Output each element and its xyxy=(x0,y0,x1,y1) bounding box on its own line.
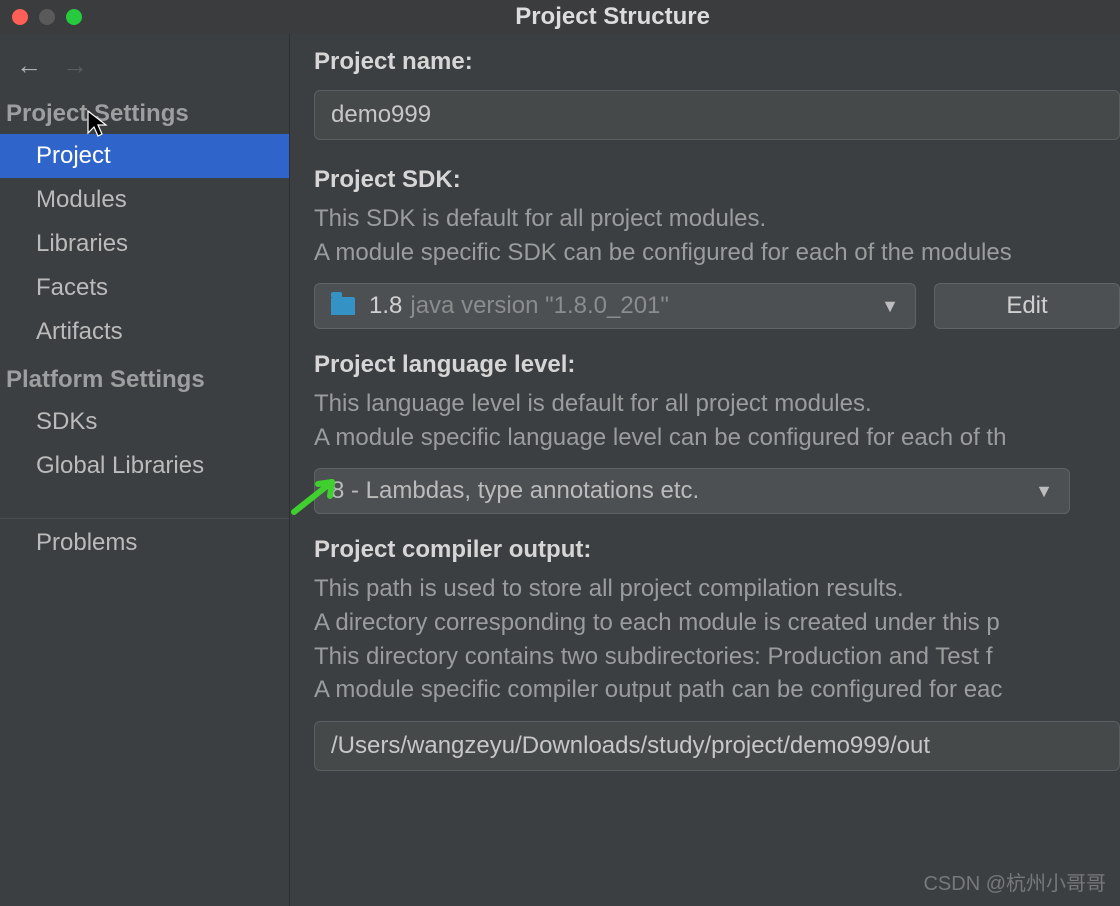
out-desc-4: A module specific compiler output path c… xyxy=(314,673,1120,707)
sidebar-item-sdks[interactable]: SDKs xyxy=(0,400,289,444)
edit-sdk-button[interactable]: Edit xyxy=(934,283,1120,329)
lang-desc-2: A module specific language level can be … xyxy=(314,421,1120,455)
sidebar-item-problems[interactable]: Problems xyxy=(0,518,289,565)
language-level-label: Project language level: xyxy=(314,351,1120,379)
section-platform-settings: Platform Settings xyxy=(0,362,289,400)
sidebar-item-facets[interactable]: Facets xyxy=(0,266,289,310)
out-desc-3: This directory contains two subdirectori… xyxy=(314,640,1120,674)
sidebar-item-modules[interactable]: Modules xyxy=(0,178,289,222)
minimize-window-button[interactable] xyxy=(39,9,55,25)
project-sdk-combobox[interactable]: 1.8 java version "1.8.0_201" ▼ xyxy=(314,283,916,329)
watermark-text: CSDN @杭州小哥哥 xyxy=(923,867,1106,896)
window-controls xyxy=(12,9,82,25)
chevron-down-icon: ▼ xyxy=(881,296,899,317)
sidebar-item-global-libraries[interactable]: Global Libraries xyxy=(0,444,289,488)
window-title: Project Structure xyxy=(515,3,1075,31)
nav-history: ← → xyxy=(0,44,289,96)
compiler-output-input[interactable] xyxy=(314,721,1120,771)
back-arrow-icon[interactable]: ← xyxy=(16,52,42,78)
chevron-down-icon: ▼ xyxy=(1035,481,1053,502)
language-level-combobox[interactable]: 8 - Lambdas, type annotations etc. ▼ xyxy=(314,468,1070,514)
sidebar-item-artifacts[interactable]: Artifacts xyxy=(0,310,289,354)
lang-desc-1: This language level is default for all p… xyxy=(314,387,1120,421)
forward-arrow-icon: → xyxy=(62,52,88,78)
sdk-desc-1: This SDK is default for all project modu… xyxy=(314,202,1120,236)
sidebar: ← → Project Settings Project Modules Lib… xyxy=(0,34,290,906)
language-level-value: 8 - Lambdas, type annotations etc. xyxy=(331,477,699,505)
project-sdk-label: Project SDK: xyxy=(314,166,1120,194)
close-window-button[interactable] xyxy=(12,9,28,25)
sdk-folder-icon xyxy=(331,297,355,315)
sidebar-item-project[interactable]: Project xyxy=(0,134,289,178)
section-project-settings: Project Settings xyxy=(0,96,289,134)
content-panel: Project name: Project SDK: This SDK is d… xyxy=(290,34,1120,906)
sdk-version-text: 1.8 xyxy=(369,292,402,320)
main-area: ← → Project Settings Project Modules Lib… xyxy=(0,34,1120,906)
sidebar-item-libraries[interactable]: Libraries xyxy=(0,222,289,266)
project-name-label: Project name: xyxy=(314,48,1120,76)
sdk-detail-text: java version "1.8.0_201" xyxy=(410,292,669,320)
out-desc-1: This path is used to store all project c… xyxy=(314,572,1120,606)
compiler-output-label: Project compiler output: xyxy=(314,536,1120,564)
out-desc-2: A directory corresponding to each module… xyxy=(314,606,1120,640)
sdk-desc-2: A module specific SDK can be configured … xyxy=(314,236,1120,270)
titlebar: Project Structure xyxy=(0,0,1120,34)
project-name-input[interactable] xyxy=(314,90,1120,140)
maximize-window-button[interactable] xyxy=(66,9,82,25)
